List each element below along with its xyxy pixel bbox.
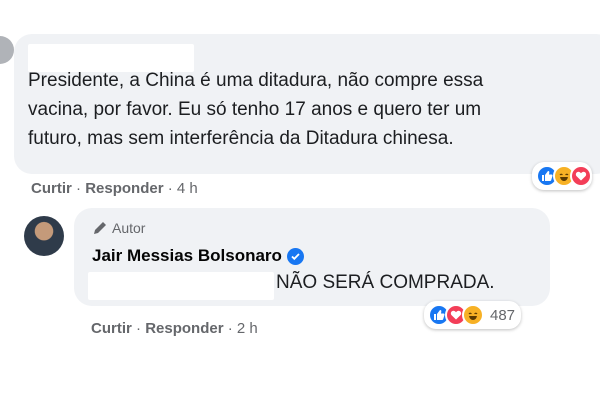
author-badge-label: Autor xyxy=(112,220,146,236)
comment-timestamp[interactable]: 4 h xyxy=(177,180,198,197)
author-row: Jair Messias Bolsonaro xyxy=(92,246,304,266)
haha-reaction-icon xyxy=(462,304,484,326)
pencil-icon xyxy=(94,222,106,234)
author-avatar[interactable] xyxy=(24,216,64,256)
reply-reactions[interactable]: 487 xyxy=(424,301,522,329)
like-link[interactable]: Curtir xyxy=(31,180,72,197)
separator: · xyxy=(167,180,173,197)
redacted-reply-text xyxy=(88,272,274,300)
author-badge: Autor xyxy=(92,220,145,236)
comment-line: Presidente, a China é uma ditadura, não … xyxy=(28,70,484,91)
separator: · xyxy=(136,320,142,337)
reply-link[interactable]: Responder xyxy=(145,320,223,337)
comment-reactions[interactable] xyxy=(532,162,592,190)
separator: · xyxy=(76,180,82,197)
reaction-count: 487 xyxy=(490,306,516,324)
reply-link[interactable]: Responder xyxy=(85,180,163,197)
separator: · xyxy=(227,320,233,337)
reply-actions: Curtir · Responder · 2 h xyxy=(91,320,258,337)
verified-badge-icon xyxy=(286,247,304,265)
comment-actions: Curtir · Responder · 4 h xyxy=(31,180,198,197)
reply-timestamp[interactable]: 2 h xyxy=(237,320,258,337)
comment-line: futuro, mas sem interferência da Ditadur… xyxy=(28,128,454,149)
commenter-avatar[interactable] xyxy=(0,36,14,64)
reply-text: NÃO SERÁ COMPRADA. xyxy=(276,272,495,293)
author-name[interactable]: Jair Messias Bolsonaro xyxy=(92,246,282,266)
love-reaction-icon xyxy=(570,165,592,187)
like-link[interactable]: Curtir xyxy=(91,320,132,337)
comment-line: vacina, por favor. Eu só tenho 17 anos e… xyxy=(28,99,482,120)
comment-text: Presidente, a China é uma ditadura, não … xyxy=(28,66,588,153)
